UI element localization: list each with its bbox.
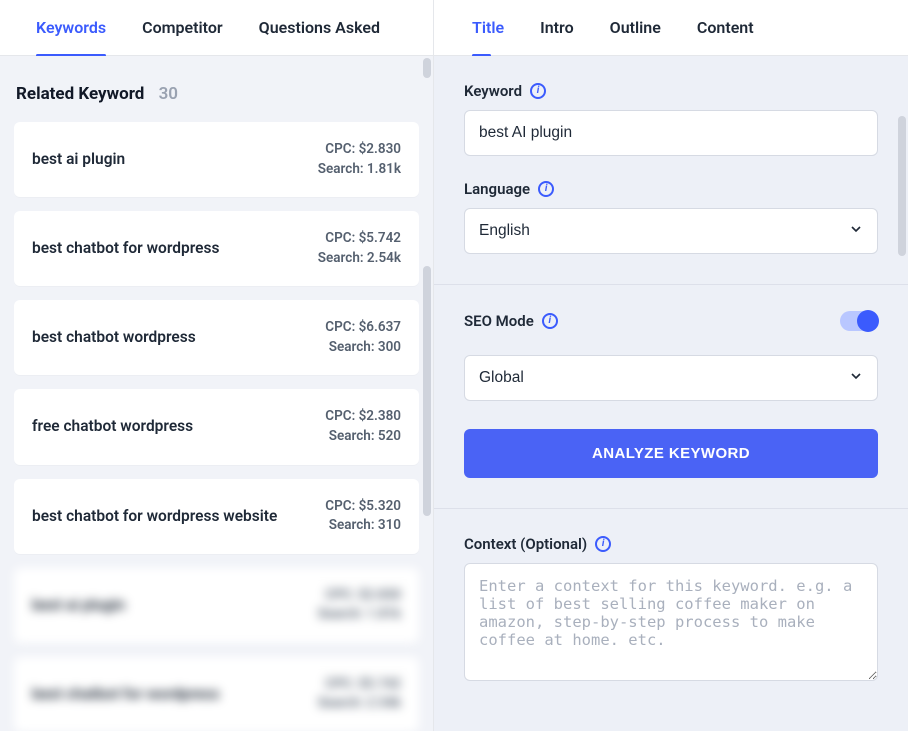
- keyword-cpc: CPC: $5.742: [318, 229, 401, 249]
- keyword-card[interactable]: best chatbot for wordpress CPC: $5.742Sea…: [14, 211, 419, 286]
- language-select[interactable]: [464, 208, 878, 254]
- keyword-cpc: CPC: $2.830: [318, 140, 401, 160]
- keyword-name: best chatbot for wordpress website: [32, 506, 277, 527]
- right-panel: Title Intro Outline Content Keyword i La…: [434, 0, 908, 731]
- keyword-search-volume: Search: 2.54k: [318, 694, 401, 714]
- keyword-stats: CPC: $5.742Search: 2.54k: [318, 675, 401, 714]
- info-icon[interactable]: i: [538, 181, 554, 197]
- seo-label-row: SEO Mode i: [464, 311, 878, 331]
- info-icon[interactable]: i: [530, 83, 546, 99]
- keyword-search-volume: Search: 300: [325, 338, 401, 358]
- seo-block: SEO Mode i ANALYZE KEYWORD: [434, 285, 908, 509]
- info-icon[interactable]: i: [595, 536, 611, 552]
- keyword-stats: CPC: $2.380Search: 520: [325, 407, 401, 446]
- keyword-cpc: CPC: $5.320: [325, 497, 401, 517]
- tab-keywords[interactable]: Keywords: [36, 0, 106, 56]
- context-label: Context (Optional): [464, 535, 587, 553]
- keyword-stats: CPC: $6.637Search: 300: [325, 318, 401, 357]
- analyze-keyword-button[interactable]: ANALYZE KEYWORD: [464, 429, 878, 478]
- keyword-search-volume: Search: 310: [325, 516, 401, 536]
- right-tabs: Title Intro Outline Content: [434, 0, 908, 56]
- keyword-card: best chatbot for wordpress CPC: $5.742Sea…: [14, 657, 419, 731]
- keyword-language-block: Keyword i Language i: [434, 56, 908, 285]
- info-icon[interactable]: i: [542, 313, 558, 329]
- keyword-card[interactable]: best chatbot for wordpress website CPC: $…: [14, 479, 419, 554]
- keyword-label: Keyword: [464, 82, 522, 100]
- left-scrollbar-thumb[interactable]: [423, 266, 431, 516]
- keyword-card[interactable]: free chatbot wordpress CPC: $2.380Search:…: [14, 389, 419, 464]
- keyword-search-volume: Search: 520: [325, 427, 401, 447]
- keyword-card[interactable]: best chatbot wordpress CPC: $6.637Search:…: [14, 300, 419, 375]
- keyword-name: best chatbot wordpress: [32, 327, 196, 348]
- keyword-search-volume: Search: 2.54k: [318, 249, 401, 269]
- keyword-input[interactable]: [464, 110, 878, 156]
- tab-competitor[interactable]: Competitor: [142, 0, 223, 56]
- keyword-cpc: CPC: $2.380: [325, 407, 401, 427]
- language-label: Language: [464, 180, 530, 198]
- tab-content[interactable]: Content: [697, 0, 754, 56]
- related-keywords-count: 30: [159, 84, 178, 104]
- keyword-label-row: Keyword i: [464, 82, 878, 100]
- keyword-list: best ai pluginCPC: $2.830Search: 1.81kbe…: [0, 122, 433, 731]
- keyword-name: free chatbot wordpress: [32, 416, 193, 437]
- keyword-name: best ai plugin: [32, 595, 125, 616]
- keyword-card: best ai plugin CPC: $2.830Search: 1.81k: [14, 568, 419, 643]
- toggle-knob: [857, 310, 879, 332]
- related-keywords-body: Related Keyword 30 best ai plugin CPC: $2…: [0, 56, 433, 731]
- left-tabs: Keywords Competitor Questions Asked: [0, 0, 433, 56]
- keyword-cpc: CPC: $6.637: [325, 318, 401, 338]
- keyword-stats: CPC: $2.830Search: 1.81k: [318, 140, 401, 179]
- right-scrollbar-thumb[interactable]: [898, 116, 906, 256]
- context-block: Context (Optional) i: [434, 509, 908, 715]
- right-scrollbar-track[interactable]: [898, 116, 906, 727]
- context-textarea[interactable]: [464, 563, 878, 681]
- region-select-value[interactable]: [464, 355, 878, 401]
- tab-title[interactable]: Title: [472, 0, 504, 56]
- keyword-cpc: CPC: $2.830: [318, 586, 401, 606]
- right-form-body: Keyword i Language i: [434, 56, 908, 731]
- tab-intro[interactable]: Intro: [540, 0, 574, 56]
- language-select-value[interactable]: [464, 208, 878, 254]
- seo-mode-label: SEO Mode: [464, 312, 534, 330]
- keyword-stats: CPC: $5.320Search: 310: [325, 497, 401, 536]
- keyword-name: best chatbot for wordpress: [32, 684, 219, 705]
- related-keywords-title: Related Keyword: [16, 84, 144, 104]
- context-label-row: Context (Optional) i: [464, 535, 878, 553]
- keyword-stats: CPC: $2.830Search: 1.81k: [318, 586, 401, 625]
- keyword-cpc: CPC: $5.742: [318, 675, 401, 695]
- seo-mode-toggle[interactable]: [840, 311, 878, 331]
- keyword-stats: CPC: $5.742Search: 2.54k: [318, 229, 401, 268]
- left-scroll-top-hint: [423, 58, 431, 78]
- keyword-card[interactable]: best ai plugin CPC: $2.830Search: 1.81k: [14, 122, 419, 197]
- keyword-name: best chatbot for wordpress: [32, 238, 219, 259]
- region-select[interactable]: [464, 355, 878, 401]
- related-keywords-heading: Related Keyword 30: [0, 56, 433, 122]
- keyword-name: best ai plugin: [32, 149, 125, 170]
- left-panel: Keywords Competitor Questions Asked Rela…: [0, 0, 434, 731]
- keyword-search-volume: Search: 1.81k: [318, 605, 401, 625]
- tab-outline[interactable]: Outline: [610, 0, 661, 56]
- tab-questions-asked[interactable]: Questions Asked: [259, 0, 380, 56]
- language-label-row: Language i: [464, 180, 878, 198]
- keyword-search-volume: Search: 1.81k: [318, 160, 401, 180]
